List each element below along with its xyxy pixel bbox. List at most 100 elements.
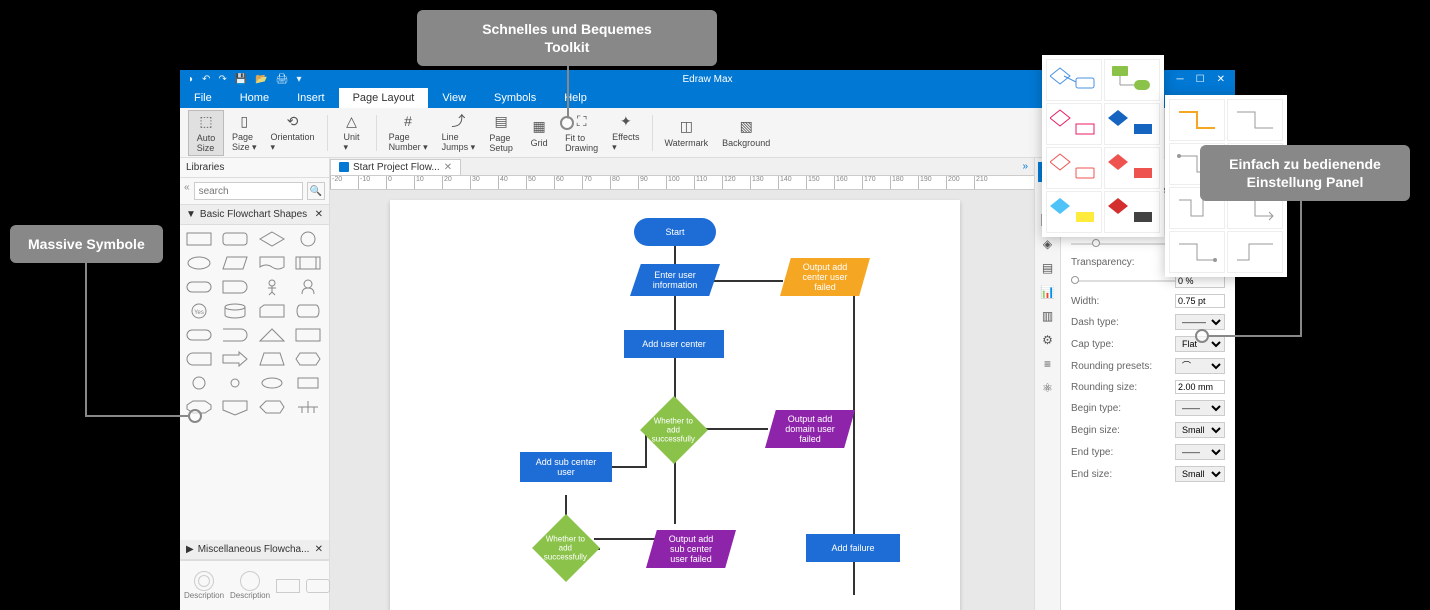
select-begint[interactable]: —— bbox=[1175, 400, 1225, 416]
ribbon-line-jumps[interactable]: ⤴LineJumps ▾ bbox=[436, 110, 482, 155]
menu-help[interactable]: Help bbox=[550, 88, 601, 108]
menu-insert[interactable]: Insert bbox=[283, 88, 339, 108]
template-item[interactable] bbox=[1104, 103, 1160, 145]
qat-more-icon[interactable]: ▾ bbox=[296, 74, 301, 85]
close-icon[interactable]: ✕ bbox=[1217, 74, 1225, 85]
template-item[interactable] bbox=[1104, 147, 1160, 189]
shape-delay[interactable] bbox=[220, 277, 250, 297]
slider-shade[interactable] bbox=[1071, 243, 1175, 245]
strip-table-icon[interactable]: ▥ bbox=[1038, 306, 1058, 326]
shape-small[interactable] bbox=[220, 373, 250, 393]
node-addsub: Add sub centeruser bbox=[520, 452, 612, 482]
template-item[interactable] bbox=[1227, 231, 1283, 273]
panel-toggle-icon[interactable]: » bbox=[1022, 161, 1028, 172]
shape-tri[interactable] bbox=[257, 325, 287, 345]
template-item[interactable] bbox=[1169, 231, 1225, 273]
shape-arrow[interactable] bbox=[220, 349, 250, 369]
shape-para[interactable] bbox=[220, 253, 250, 273]
shape-hex[interactable] bbox=[293, 349, 323, 369]
shape-circle[interactable] bbox=[293, 229, 323, 249]
input-width[interactable] bbox=[1175, 294, 1225, 308]
ribbon-background[interactable]: ▧Background bbox=[716, 116, 776, 150]
accordion-misc-shapes[interactable]: ▶ Miscellaneous Flowcha... ✕ bbox=[180, 540, 329, 560]
shape-card[interactable] bbox=[257, 301, 287, 321]
template-item[interactable] bbox=[1104, 191, 1160, 233]
menu-home[interactable]: Home bbox=[226, 88, 283, 108]
ribbon-grid[interactable]: ▦Grid bbox=[521, 116, 557, 150]
search-input[interactable] bbox=[194, 182, 303, 200]
tab-close-icon[interactable]: ✕ bbox=[444, 162, 452, 173]
ribbon-unit[interactable]: △Unit▾ bbox=[334, 110, 370, 155]
shape-db[interactable] bbox=[220, 301, 250, 321]
shape-oval[interactable] bbox=[257, 373, 287, 393]
shape-actor[interactable] bbox=[293, 277, 323, 297]
strip-more-icon[interactable]: ⚛ bbox=[1038, 378, 1058, 398]
shape-yes[interactable]: Yes bbox=[184, 301, 214, 321]
template-item[interactable] bbox=[1169, 99, 1225, 141]
select-begins[interactable]: Small bbox=[1175, 422, 1225, 438]
accordion-basic-shapes[interactable]: ▼ Basic Flowchart Shapes ✕ bbox=[180, 205, 329, 225]
strip-setting-icon[interactable]: ⚙ bbox=[1038, 330, 1058, 350]
ribbon-orientation[interactable]: ⟲Orientation▾ bbox=[265, 110, 321, 155]
strip-chart-icon[interactable]: 📊 bbox=[1038, 282, 1058, 302]
shape-rect[interactable] bbox=[184, 229, 214, 249]
strip-align-icon[interactable]: ≡ bbox=[1038, 354, 1058, 374]
shape-diamond[interactable] bbox=[257, 229, 287, 249]
shape-ellipse[interactable] bbox=[184, 253, 214, 273]
minimize-icon[interactable]: ─ bbox=[1177, 74, 1184, 85]
ruler-horizontal: -20-100102030405060708090100110120130140… bbox=[330, 176, 1034, 190]
document-tab[interactable]: Start Project Flow... ✕ bbox=[330, 159, 461, 175]
menu-page-layout[interactable]: Page Layout bbox=[339, 88, 429, 108]
callout-panel: Einfach zu bedienendeEinstellung Panel bbox=[1200, 145, 1410, 201]
shape-doc[interactable] bbox=[257, 253, 287, 273]
ribbon-auto-size[interactable]: ⬚AutoSize bbox=[188, 110, 224, 156]
slider-transparency[interactable] bbox=[1071, 280, 1175, 282]
shape-roundrect[interactable] bbox=[220, 229, 250, 249]
ribbon-watermark[interactable]: ◫Watermark bbox=[659, 116, 715, 150]
shape-penta[interactable] bbox=[220, 397, 250, 417]
template-item[interactable] bbox=[1046, 59, 1102, 101]
shape-rect3[interactable] bbox=[293, 373, 323, 393]
strip-layers-icon[interactable]: ◈ bbox=[1038, 234, 1058, 254]
shape-conn[interactable] bbox=[184, 373, 214, 393]
shape-tree[interactable] bbox=[293, 397, 323, 417]
select-roundp[interactable]: ⌒ bbox=[1175, 358, 1225, 374]
shape-half[interactable] bbox=[220, 325, 250, 345]
shape-disk[interactable] bbox=[293, 301, 323, 321]
input-rounds[interactable] bbox=[1175, 380, 1225, 394]
open-icon[interactable]: 📂 bbox=[255, 74, 267, 85]
shape-display[interactable] bbox=[257, 397, 287, 417]
select-endt[interactable]: —— bbox=[1175, 444, 1225, 460]
callout-line bbox=[1207, 335, 1302, 337]
ribbon-page-setup[interactable]: ▤PageSetup bbox=[483, 111, 519, 155]
select-dash[interactable]: ——— bbox=[1175, 314, 1225, 330]
maximize-icon[interactable]: ☐ bbox=[1196, 74, 1205, 85]
search-button[interactable]: 🔍 bbox=[307, 182, 325, 200]
shape-stored[interactable] bbox=[293, 253, 323, 273]
template-item[interactable] bbox=[1046, 147, 1102, 189]
template-item[interactable] bbox=[1227, 99, 1283, 141]
select-ends[interactable]: Small bbox=[1175, 466, 1225, 482]
shape-person[interactable] bbox=[257, 277, 287, 297]
template-item[interactable] bbox=[1046, 191, 1102, 233]
shape-pill[interactable] bbox=[184, 325, 214, 345]
ribbon-effects[interactable]: ✦Effects▾ bbox=[606, 110, 645, 155]
ribbon-page-number[interactable]: #PageNumber ▾ bbox=[383, 110, 434, 155]
node-outfail2: Output adddomain userfailed bbox=[765, 410, 855, 448]
canvas[interactable]: Start Enter userinformation Output addce… bbox=[330, 190, 1034, 610]
print-icon[interactable]: 🖨 bbox=[276, 74, 289, 85]
undo-icon[interactable]: ↶ bbox=[202, 74, 210, 85]
save-icon[interactable]: 💾 bbox=[235, 74, 247, 85]
template-item[interactable] bbox=[1046, 103, 1102, 145]
ribbon-page-size[interactable]: ▯PageSize ▾ bbox=[226, 110, 263, 155]
menu-view[interactable]: View bbox=[428, 88, 480, 108]
menu-file[interactable]: File bbox=[180, 88, 226, 108]
shape-rect2[interactable] bbox=[293, 325, 323, 345]
template-item[interactable] bbox=[1104, 59, 1160, 101]
shape-bullet[interactable] bbox=[184, 349, 214, 369]
strip-page-icon[interactable]: ▤ bbox=[1038, 258, 1058, 278]
redo-icon[interactable]: ↷ bbox=[218, 74, 226, 85]
menu-symbols[interactable]: Symbols bbox=[480, 88, 550, 108]
shape-term[interactable] bbox=[184, 277, 214, 297]
shape-trap[interactable] bbox=[257, 349, 287, 369]
